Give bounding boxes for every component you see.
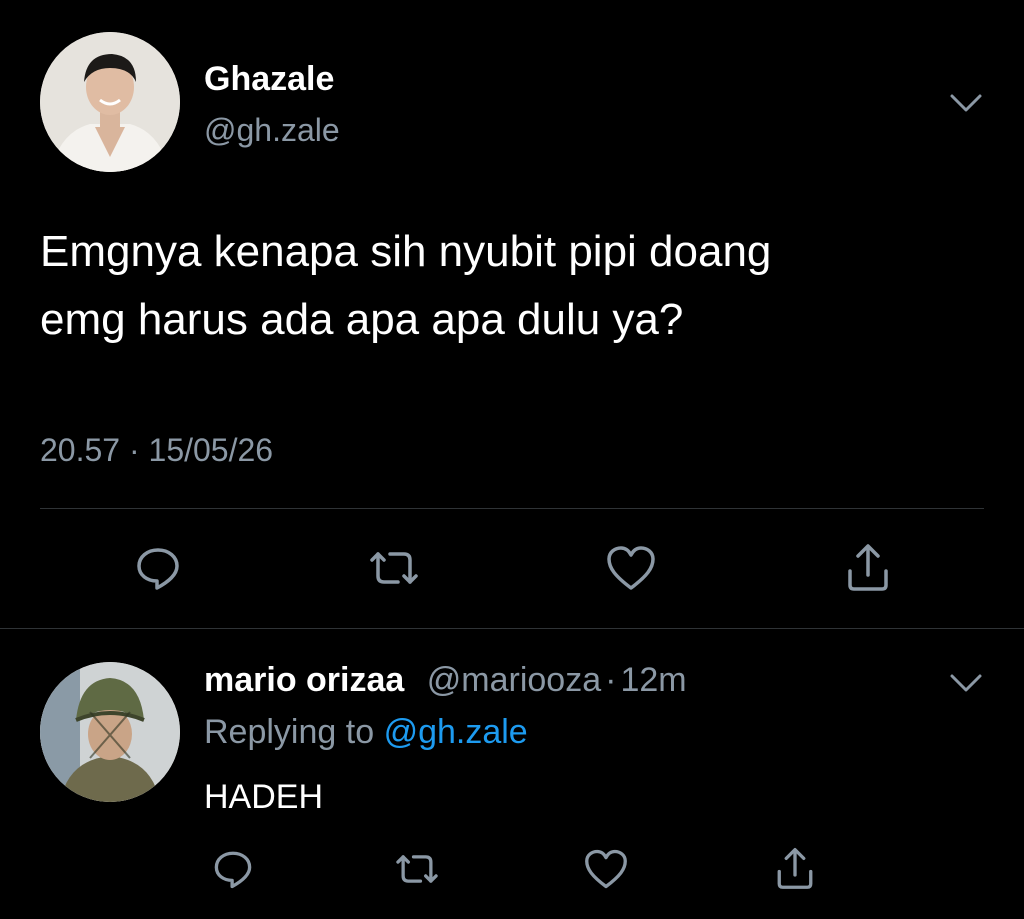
share-icon[interactable] [842,540,894,594]
reply-menu-chevron-icon[interactable] [948,668,984,696]
reply-action-reply-icon[interactable] [210,846,256,892]
replying-to-label: Replying to [204,713,375,751]
tweet-menu-chevron-icon[interactable] [948,88,984,116]
author-avatar-image [40,32,180,172]
reply-display-name[interactable]: mario orizaa [204,661,404,699]
reply-action-share-icon[interactable] [772,844,818,892]
divider [40,508,984,509]
author-display-name[interactable]: Ghazale [204,60,334,99]
reply-time[interactable]: 12m [620,661,686,699]
replying-to-handle-link[interactable]: @gh.zale [384,713,528,751]
reply-handle[interactable]: @mariooza [427,661,601,699]
meta-separator: · [605,661,617,699]
retweet-icon[interactable] [364,542,424,594]
reply-header: mario orizaa @mariooza · 12m [204,661,687,700]
reply-icon[interactable] [132,542,184,594]
reply-author-avatar[interactable] [40,662,180,802]
replying-to: Replying to @gh.zale [204,713,528,752]
reply-action-retweet-icon[interactable] [390,846,444,892]
tweet-text-line: Emgnya kenapa sih nyubit pipi doang [40,227,772,276]
section-divider [0,628,1024,629]
reply-action-like-icon[interactable] [582,846,630,892]
reply-text: HADEH [204,778,324,816]
tweet-timestamp[interactable]: 20.57 · 15/05/26 [40,432,273,469]
like-icon[interactable] [604,542,658,594]
author-avatar[interactable] [40,32,180,172]
tweet-text: Emgnya kenapa sih nyubit pipi doang emg … [40,218,1000,354]
author-handle[interactable]: @gh.zale [204,112,340,149]
tweet-text-line: emg harus ada apa apa dulu ya? [40,295,684,344]
reply-avatar-image [40,662,180,802]
